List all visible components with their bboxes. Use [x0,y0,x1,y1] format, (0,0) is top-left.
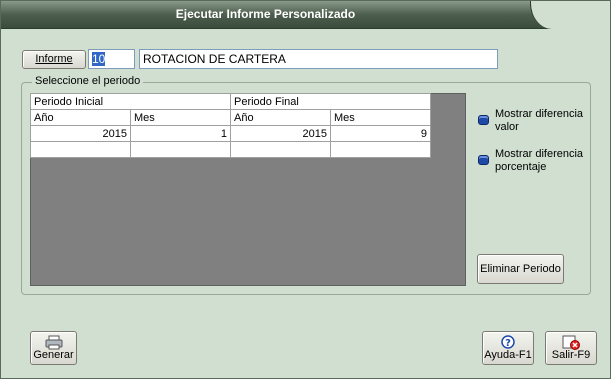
diff-value-label-line2: valor [495,121,519,133]
diff-percent-label-line2: porcentaje [495,161,547,173]
cell-initial-year[interactable]: 2015 [30,125,131,142]
col-final-year: Año [230,109,331,126]
col-initial-month: Mes [130,109,231,126]
ayuda-button[interactable]: ? Ayuda-F1 [482,331,534,365]
cell-final-year[interactable] [230,141,331,158]
cell-final-year[interactable]: 2015 [230,125,331,142]
report-name-field[interactable]: ROTACION DE CARTERA [139,49,498,69]
period-grid: Periodo Inicial Periodo Final Año Mes Añ… [30,93,431,158]
eliminar-periodo-button[interactable]: Eliminar Periodo [477,254,564,284]
help-icon: ? [501,335,515,349]
exit-icon [562,335,580,350]
generar-label: Generar [33,349,74,361]
cell-initial-year[interactable] [30,141,131,158]
title-bar-notch [530,1,610,29]
diff-value-label-line1: Mostrar diferencia [495,108,584,120]
cell-final-month[interactable] [330,141,431,158]
header-initial-period: Periodo Inicial [30,93,231,110]
table-row[interactable] [30,141,431,158]
informe-button-label: Informe [35,53,73,65]
salir-label: Salir-F9 [551,349,591,361]
diff-percent-label-line1: Mostrar diferencia [495,148,584,160]
report-id-field[interactable]: 10 [88,49,135,69]
window-title: Ejecutar Informe Personalizado [175,7,356,21]
diff-percent-checkbox[interactable] [478,155,489,165]
diff-value-checkbox[interactable] [478,115,489,125]
salir-button[interactable]: Salir-F9 [545,331,597,365]
diff-percent-label[interactable]: Mostrar diferencia porcentaje [495,148,583,174]
table-row[interactable]: 2015 1 2015 9 [30,125,431,142]
title-bar: Ejecutar Informe Personalizado [1,1,610,29]
generar-button[interactable]: Generar [30,331,77,365]
report-window: Ejecutar Informe Personalizado Informe 1… [0,0,611,379]
cell-initial-month[interactable]: 1 [130,125,231,142]
ayuda-label: Ayuda-F1 [484,349,532,361]
report-id-value: 10 [92,52,106,66]
col-final-month: Mes [330,109,431,126]
cell-initial-month[interactable] [130,141,231,158]
col-initial-year: Año [30,109,131,126]
period-group-label: Seleccione el periodo [32,75,144,87]
cell-final-month[interactable]: 9 [330,125,431,142]
diff-value-label[interactable]: Mostrar diferencia valor [495,108,583,134]
header-final-period: Periodo Final [230,93,431,110]
eliminar-periodo-label: Eliminar Periodo [480,263,561,275]
informe-button[interactable]: Informe [22,50,86,69]
svg-text:?: ? [505,338,511,349]
report-name-value: ROTACION DE CARTERA [143,52,286,66]
printer-icon [45,335,62,350]
